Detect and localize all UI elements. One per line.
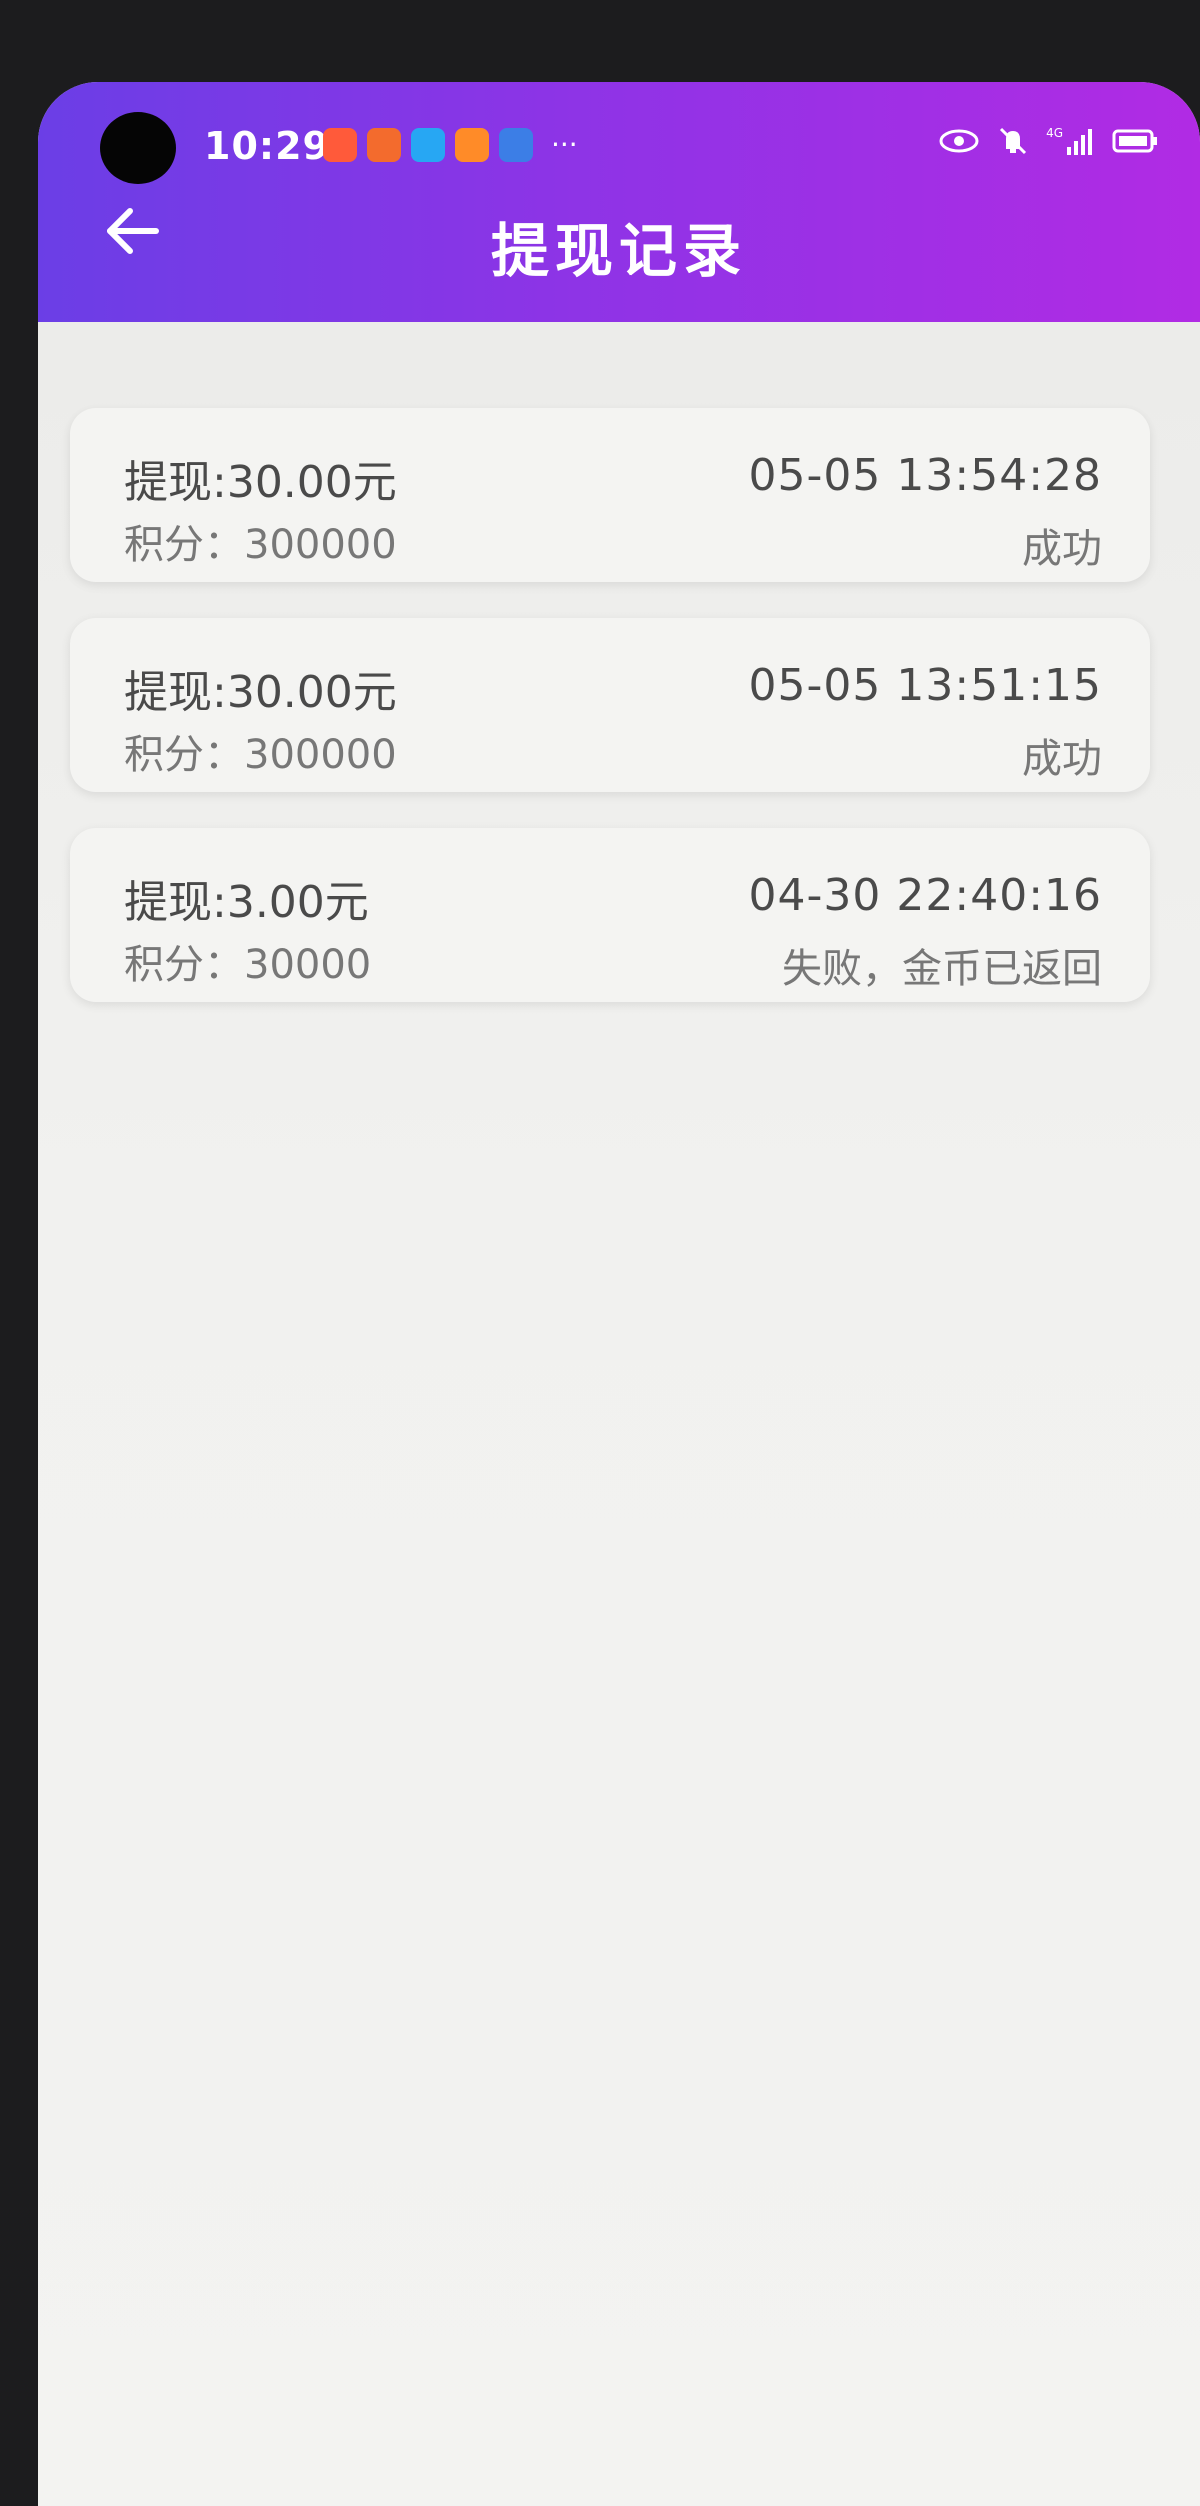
record-status: 成功 bbox=[1022, 526, 1102, 572]
withdrawal-record-item[interactable]: 提现:3.00元 积分：30000 04-30 22:40:16 失败，金币已返… bbox=[70, 828, 1150, 1002]
record-datetime: 05-05 13:51:15 bbox=[748, 660, 1102, 711]
app-notification-icon bbox=[411, 128, 445, 162]
network-label: 4G bbox=[1046, 126, 1063, 140]
page-title: 提现记录 bbox=[490, 217, 747, 285]
front-camera bbox=[100, 112, 176, 184]
points-value: 积分：30000 bbox=[124, 942, 372, 988]
app-notification-icon bbox=[455, 128, 489, 162]
app-notification-icon bbox=[367, 128, 401, 162]
system-status-icons: 4G bbox=[938, 124, 1160, 158]
withdrawal-record-item[interactable]: 提现:30.00元 积分：300000 05-05 13:54:28 成功 bbox=[70, 408, 1150, 582]
eye-icon bbox=[938, 127, 980, 155]
app-notification-icon bbox=[499, 128, 533, 162]
signal-icon: 4G bbox=[1046, 127, 1096, 155]
battery-icon bbox=[1112, 128, 1160, 154]
header-bar: 10:29 ··· 4G 提现记录 bbox=[38, 82, 1200, 322]
points-value: 积分：300000 bbox=[124, 732, 397, 778]
mute-bell-icon bbox=[996, 124, 1030, 158]
notification-icons: ··· bbox=[323, 128, 578, 162]
withdrawal-amount: 提现:30.00元 bbox=[124, 457, 397, 508]
record-status: 失败，金币已返回 bbox=[782, 946, 1102, 992]
app-notification-icon bbox=[323, 128, 357, 162]
phone-screen: 10:29 ··· 4G 提现记录 提现:30.00元 积分：300000 05… bbox=[38, 82, 1200, 2506]
withdrawal-amount: 提现:3.00元 bbox=[124, 877, 369, 928]
status-time: 10:29 bbox=[204, 124, 330, 168]
record-status: 成功 bbox=[1022, 736, 1102, 782]
withdrawal-record-item[interactable]: 提现:30.00元 积分：300000 05-05 13:51:15 成功 bbox=[70, 618, 1150, 792]
withdrawal-amount: 提现:30.00元 bbox=[124, 667, 397, 718]
points-value: 积分：300000 bbox=[124, 522, 397, 568]
record-datetime: 04-30 22:40:16 bbox=[748, 870, 1102, 921]
withdrawal-record-list: 提现:30.00元 积分：300000 05-05 13:54:28 成功 提现… bbox=[38, 322, 1200, 2506]
record-datetime: 05-05 13:54:28 bbox=[748, 450, 1102, 501]
more-notifications-indicator: ··· bbox=[551, 128, 578, 161]
